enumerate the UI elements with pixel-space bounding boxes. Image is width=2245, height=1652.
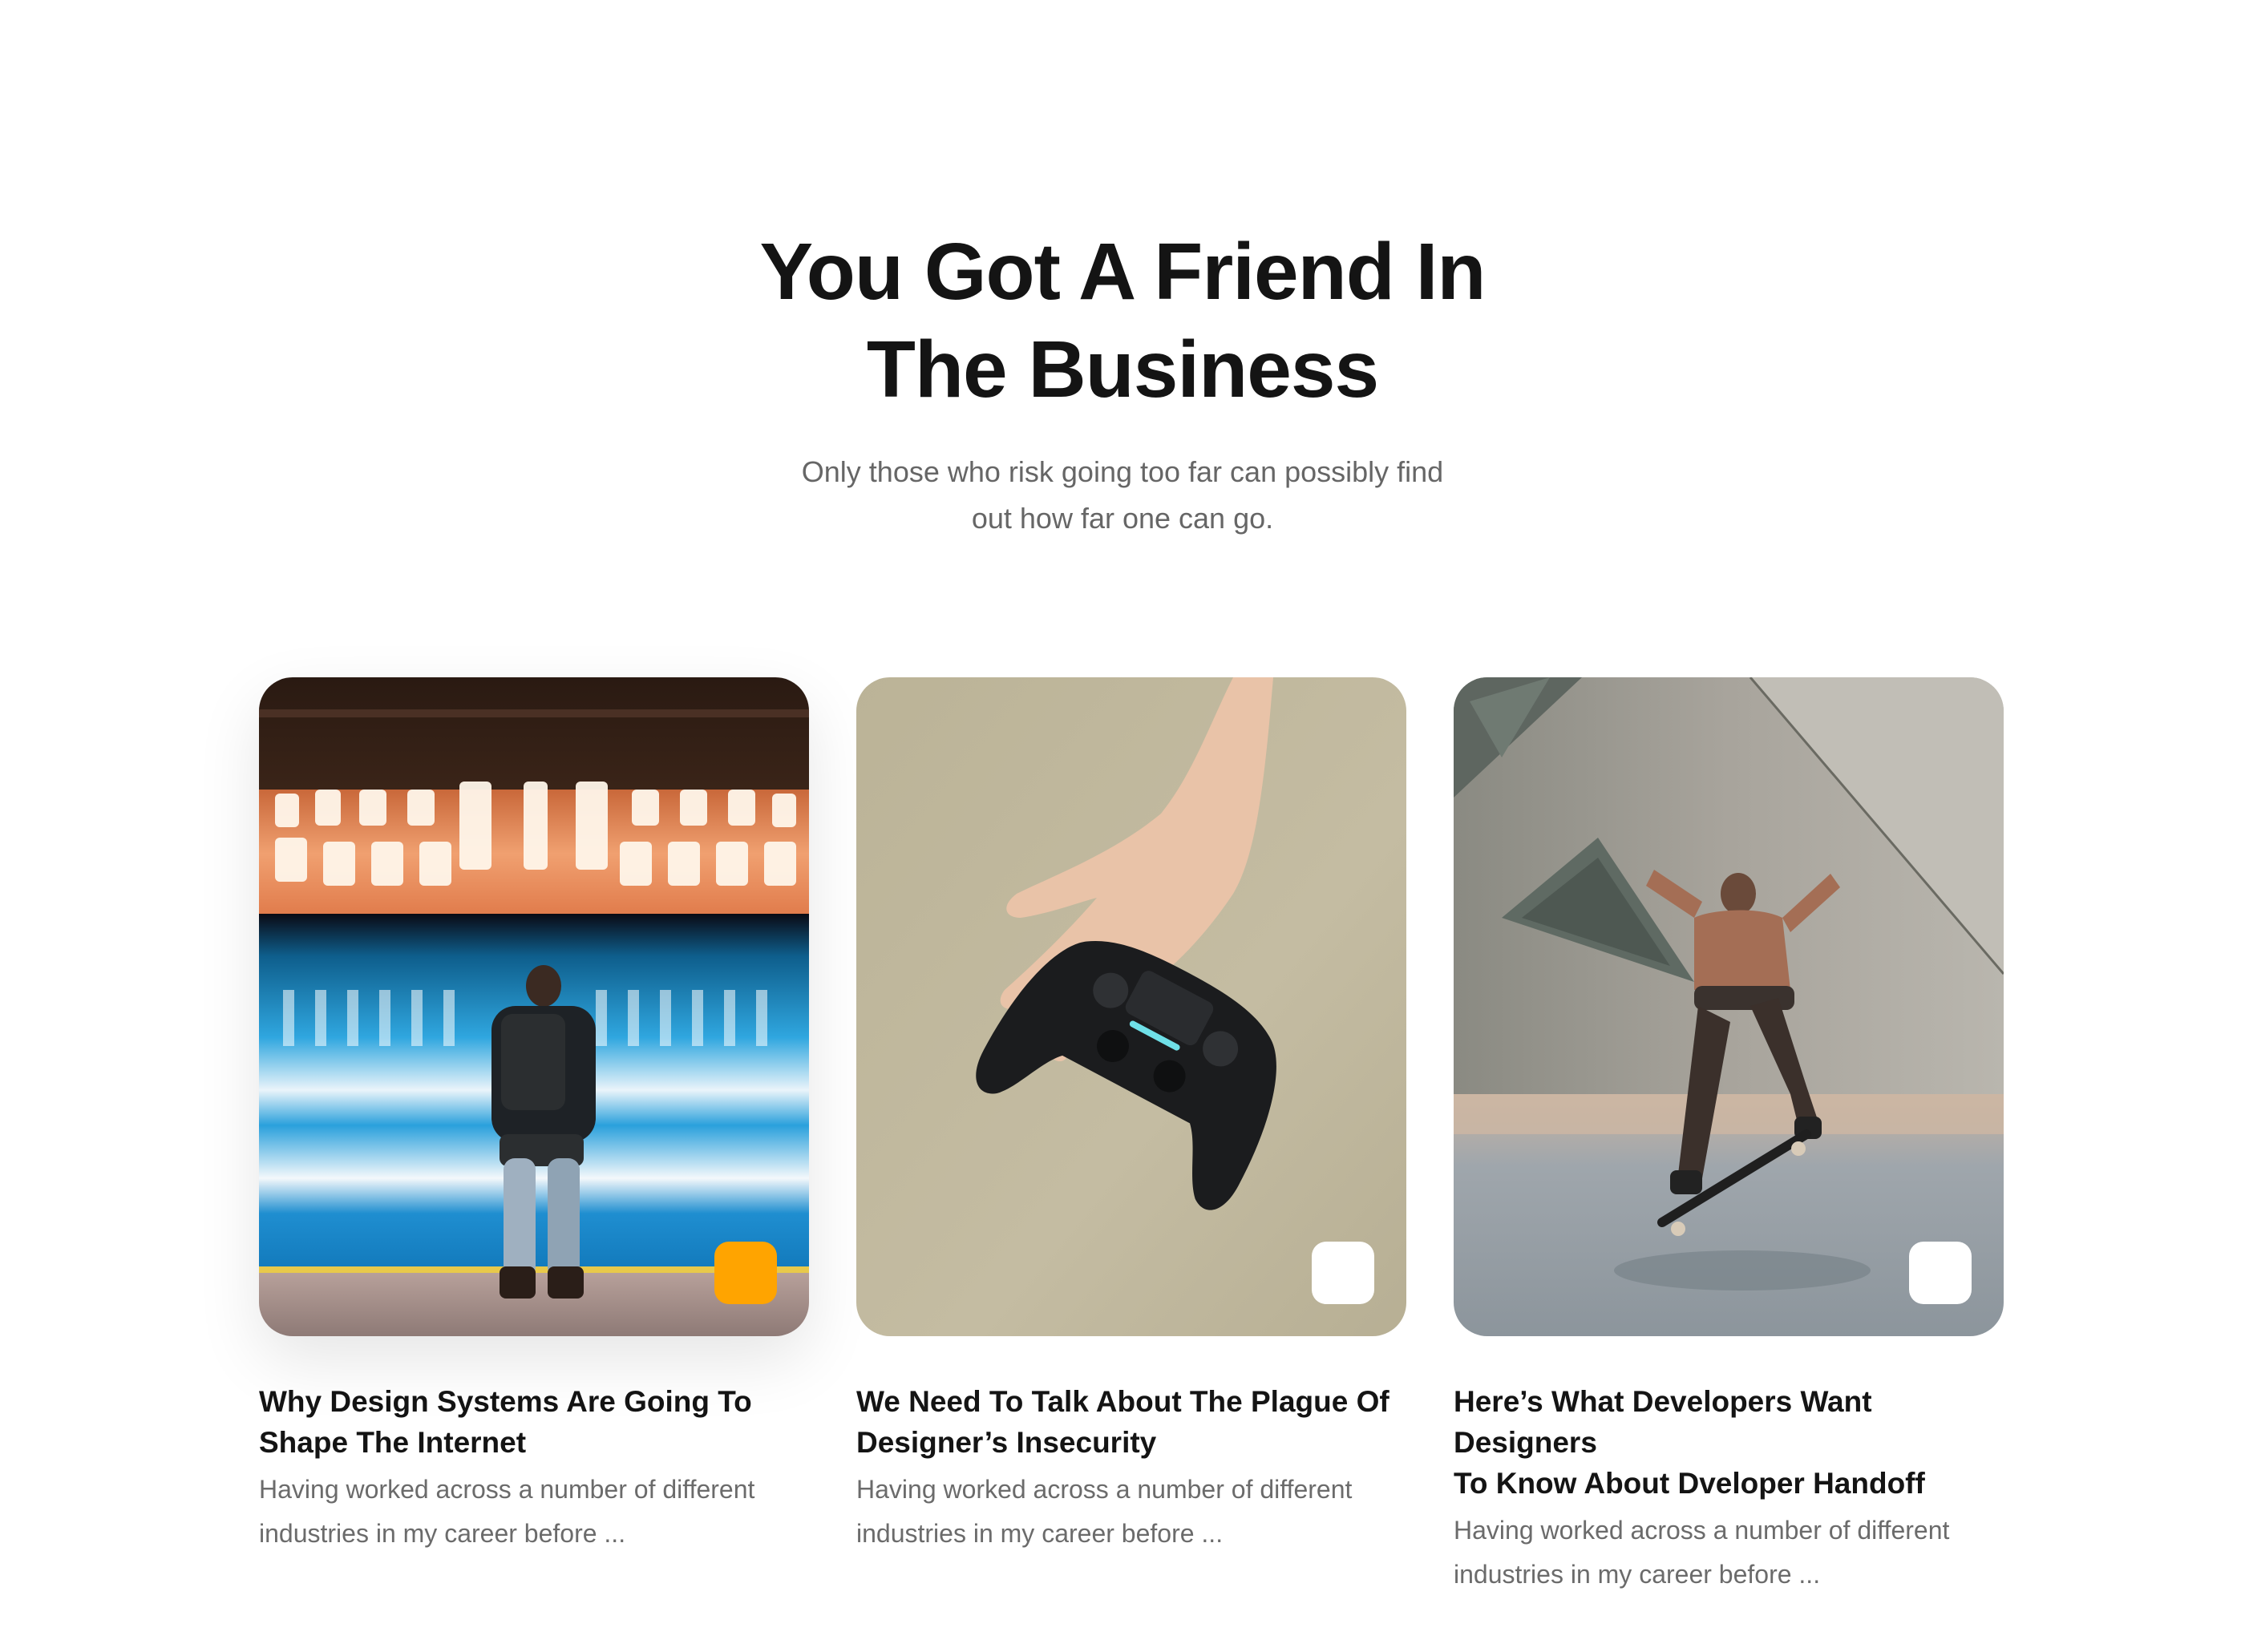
blog-card-design-systems[interactable]: Why Design Systems Are Going To Shape Th… [259, 677, 809, 1556]
card-title[interactable]: Here’s What Developers Want Designers To… [1454, 1336, 2004, 1504]
blog-section: You Got A Friend In The Business Only th… [0, 0, 2245, 1652]
card-title-line-1: We Need To Talk About The Plague Of [856, 1385, 1389, 1418]
card-title-line-2: Designer’s Insecurity [856, 1426, 1157, 1459]
section-heading-line-2: The Business [866, 325, 1379, 414]
card-excerpt-line-1: Having worked across a number of differe… [1454, 1516, 1950, 1545]
card-excerpt: Having worked across a number of differe… [259, 1468, 809, 1556]
card-image-subway[interactable] [259, 677, 809, 1336]
section-subtitle-line-1: Only those who risk going too far can po… [801, 455, 1444, 488]
section-heading-line-1: You Got A Friend In [759, 227, 1487, 317]
card-image-controller[interactable] [856, 677, 1406, 1336]
card-title[interactable]: Why Design Systems Are Going To Shape Th… [259, 1336, 809, 1463]
card-title-line-2: Shape The Internet [259, 1426, 527, 1459]
section-subtitle-line-2: out how far one can go. [971, 502, 1274, 535]
blog-card-designer-insecurity[interactable]: We Need To Talk About The Plague Of Desi… [856, 677, 1406, 1556]
card-excerpt-line-2: industries in my career before ... [856, 1519, 1224, 1548]
card-excerpt-line-1: Having worked across a number of differe… [259, 1475, 755, 1504]
section-subtitle: Only those who risk going too far can po… [754, 449, 1491, 542]
card-image-skateboarder[interactable] [1454, 677, 2004, 1336]
card-excerpt-line-1: Having worked across a number of differe… [856, 1475, 1353, 1504]
category-tag[interactable] [1909, 1242, 1972, 1304]
hand-holding-game-controller-photo [856, 677, 1406, 1336]
card-title-line-1: Here’s What Developers Want Designers [1454, 1385, 1872, 1459]
card-excerpt: Having worked across a number of differe… [856, 1468, 1406, 1556]
category-tag[interactable] [1312, 1242, 1374, 1304]
card-title-line-1: Why Design Systems Are Going To [259, 1385, 752, 1418]
card-title-line-2: To Know About Dveloper Handoff [1454, 1467, 1925, 1500]
blog-card-developer-handoff[interactable]: Here’s What Developers Want Designers To… [1454, 677, 2004, 1597]
skateboarder-jumping-photo [1454, 677, 2004, 1336]
card-excerpt: Having worked across a number of differe… [1454, 1509, 2004, 1597]
card-excerpt-line-2: industries in my career before ... [1454, 1560, 1821, 1589]
card-excerpt-line-2: industries in my career before ... [259, 1519, 626, 1548]
category-tag[interactable] [714, 1242, 777, 1304]
card-title[interactable]: We Need To Talk About The Plague Of Desi… [856, 1336, 1406, 1463]
section-heading: You Got A Friend In The Business [722, 223, 1523, 418]
subway-platform-photo [259, 677, 809, 1336]
